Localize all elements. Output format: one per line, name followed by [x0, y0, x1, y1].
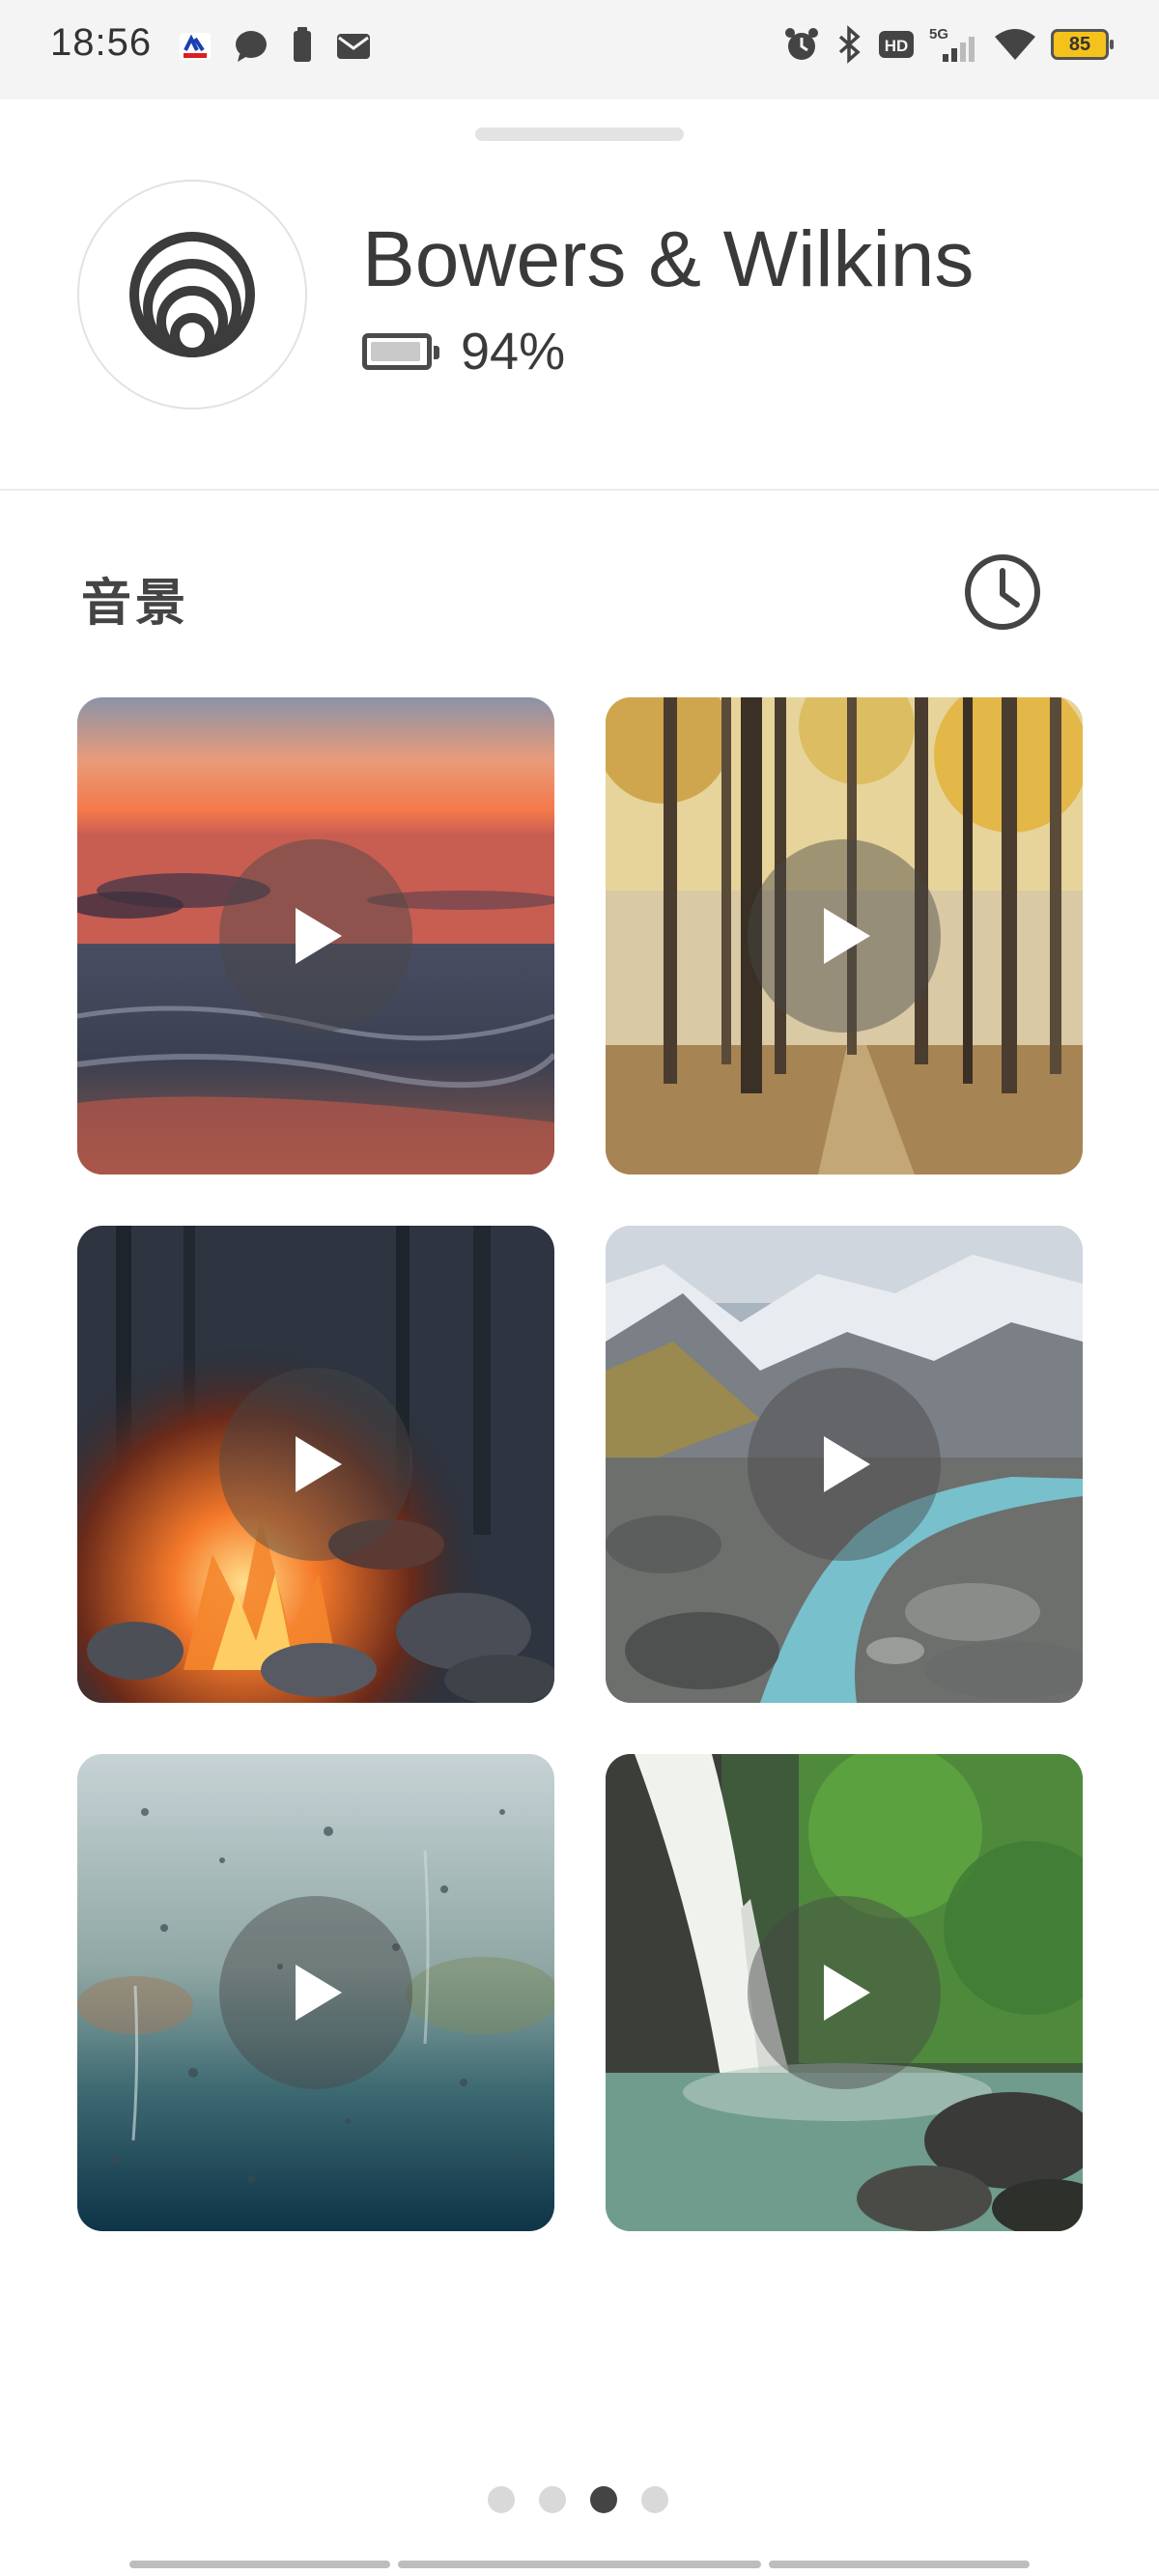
soundscape-tile-autumn-forest[interactable] — [606, 697, 1083, 1175]
page-dot[interactable] — [539, 2486, 566, 2513]
nav-bar-segment — [769, 2561, 1030, 2568]
battery-percent: 94% — [461, 323, 566, 381]
drag-handle[interactable] — [475, 127, 684, 141]
soundscape-tile-sunset-ocean[interactable] — [77, 697, 554, 1175]
play-icon — [296, 1436, 342, 1492]
status-bar: 18:56 HD 5G 85 — [0, 0, 1159, 99]
clock-icon — [965, 554, 1040, 630]
play-button[interactable] — [748, 1896, 941, 2089]
soundscape-tile-campfire[interactable] — [77, 1226, 554, 1703]
bowers-wilkins-logo-icon — [129, 232, 255, 357]
system-icons: HD 5G 85 — [782, 25, 1114, 64]
status-time: 18:56 — [50, 21, 153, 64]
hd-icon: HD — [879, 31, 914, 58]
page-dot[interactable] — [641, 2486, 668, 2513]
page-indicator — [488, 2486, 668, 2513]
page-dot[interactable] — [590, 2486, 617, 2513]
battery-level-badge: 85 — [1051, 29, 1114, 60]
nav-bar-segment — [398, 2561, 761, 2568]
signal-5g-icon: 5G — [929, 26, 975, 62]
mail-icon — [337, 34, 370, 59]
play-icon — [296, 1965, 342, 2021]
nav-bar-segment — [129, 2561, 390, 2568]
page-dot[interactable] — [488, 2486, 515, 2513]
history-button[interactable] — [962, 552, 1043, 633]
section-title: 音景 — [81, 576, 190, 632]
device-logo — [77, 180, 307, 410]
device-name: Bowers & Wilkins — [362, 215, 975, 303]
wifi-icon — [995, 29, 1035, 60]
play-button[interactable] — [219, 839, 412, 1033]
app-notification-icon — [180, 33, 211, 60]
play-button[interactable] — [748, 839, 941, 1033]
play-icon — [296, 908, 342, 964]
svg-text:5G: 5G — [929, 26, 948, 42]
play-icon — [824, 1965, 870, 2021]
message-icon — [236, 31, 267, 62]
play-icon — [824, 1436, 870, 1492]
svg-text:HD: HD — [885, 37, 909, 55]
soundscape-tile-mountain-stream[interactable] — [606, 1226, 1083, 1703]
storage-icon — [294, 27, 311, 62]
bluetooth-icon — [838, 25, 861, 64]
device-battery: 94% — [362, 322, 565, 382]
battery-icon — [362, 333, 439, 370]
notification-icons — [176, 27, 373, 66]
play-button[interactable] — [219, 1896, 412, 2089]
play-icon — [824, 908, 870, 964]
divider — [0, 489, 1159, 491]
play-button[interactable] — [219, 1368, 412, 1561]
soundscape-tile-waterfall[interactable] — [606, 1754, 1083, 2231]
soundscape-tile-rain-window[interactable] — [77, 1754, 554, 2231]
alarm-icon — [785, 28, 818, 60]
play-button[interactable] — [748, 1368, 941, 1561]
